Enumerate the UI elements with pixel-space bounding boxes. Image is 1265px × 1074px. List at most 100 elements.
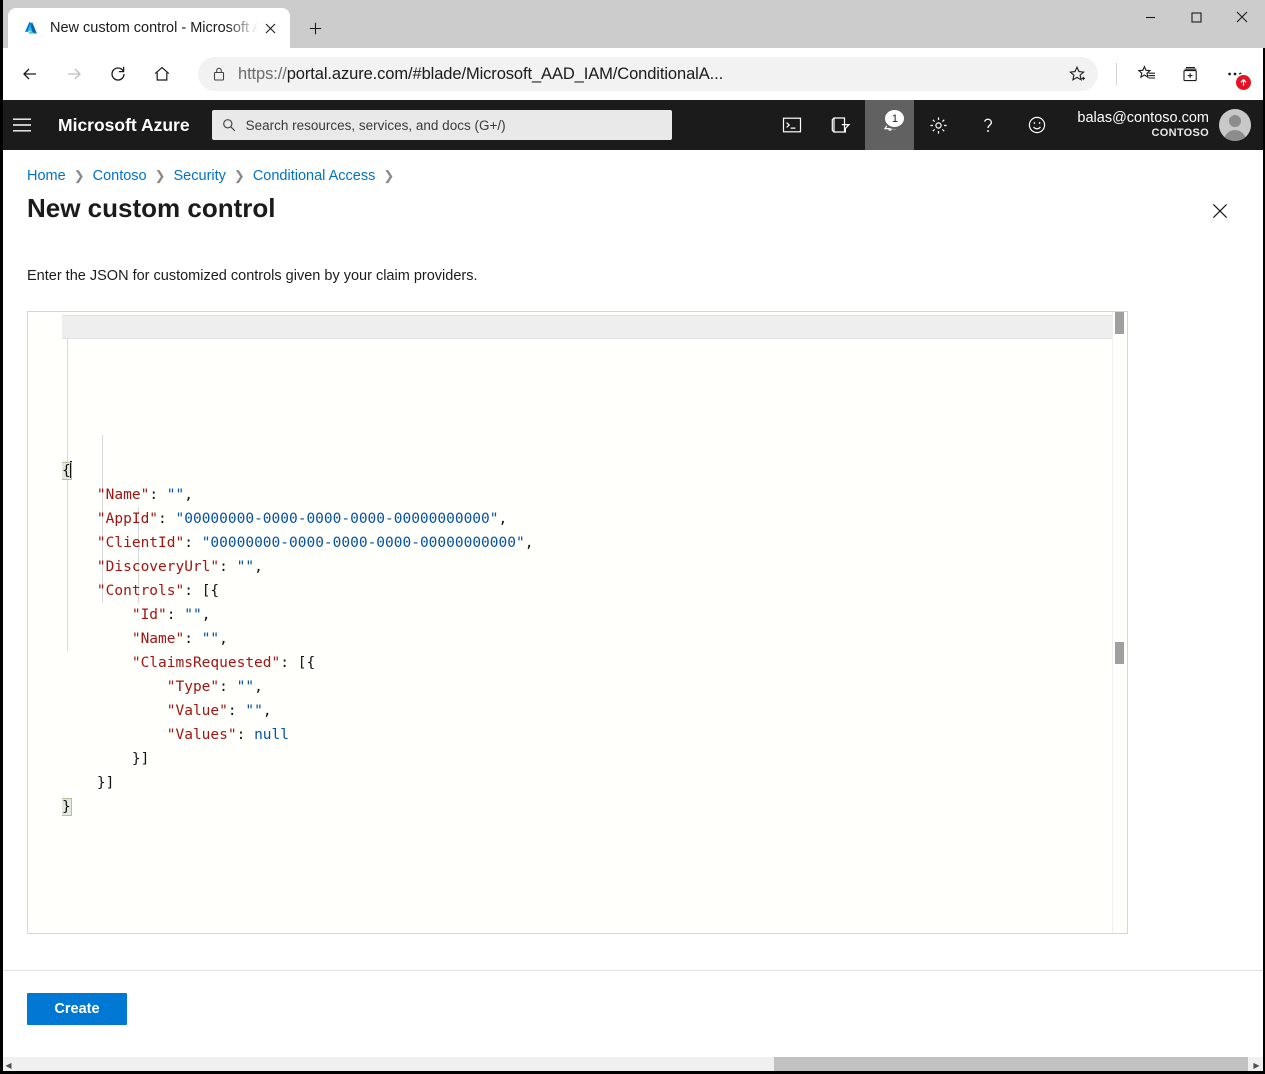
- create-button[interactable]: Create: [27, 993, 127, 1025]
- code-token: "AppId": [97, 511, 158, 527]
- url-host-path: portal.azure.com/#blade/Microsoft_AAD_IA…: [287, 65, 723, 83]
- scrollbar-overview-mark: [1115, 642, 1124, 664]
- editor-line: "ClientId": "00000000-0000-0000-0000-000…: [62, 531, 1112, 555]
- toolbar-divider: [1116, 63, 1117, 85]
- line-indent: [62, 679, 167, 695]
- cloud-shell-icon[interactable]: [767, 100, 816, 150]
- editor-line: "Type": "",: [62, 675, 1112, 699]
- line-indent: [62, 559, 97, 575]
- blade-description: Enter the JSON for customized controls g…: [0, 224, 1265, 284]
- chevron-right-icon: ❯: [155, 168, 166, 184]
- forward-icon: [55, 55, 93, 93]
- star-add-icon[interactable]: [1062, 59, 1092, 89]
- breadcrumb-item-conditional-access[interactable]: Conditional Access: [253, 168, 376, 184]
- lock-icon: [212, 66, 226, 82]
- azure-brand[interactable]: Microsoft Azure: [58, 115, 190, 136]
- account-menu[interactable]: balas@contoso.com CONTOSO: [1061, 100, 1265, 150]
- breadcrumb-item-contoso[interactable]: Contoso: [93, 168, 147, 184]
- code-token: ,: [219, 631, 228, 647]
- code-token: ,: [254, 679, 263, 695]
- url-scheme: https://: [238, 65, 287, 83]
- collections-icon[interactable]: [1172, 55, 1210, 93]
- code-token: "": [167, 487, 184, 503]
- tab-strip: New custom control - Microsoft A: [0, 0, 1127, 48]
- chevron-right-icon: ❯: [74, 168, 85, 184]
- maximize-button[interactable]: [1173, 0, 1219, 34]
- editor-line: "Value": "",: [62, 699, 1112, 723]
- code-token: ,: [525, 535, 534, 551]
- editor-code-area[interactable]: { "Name": "", "AppId": "00000000-0000-00…: [62, 312, 1112, 933]
- window-left-edge: [0, 0, 3, 1074]
- code-token: "Id": [132, 607, 167, 623]
- notifications-bell-icon[interactable]: 1: [865, 100, 914, 150]
- minimize-button[interactable]: [1127, 0, 1173, 34]
- code-token: :: [184, 631, 201, 647]
- line-indent: [62, 535, 97, 551]
- editor-line: "DiscoveryUrl": "",: [62, 555, 1112, 579]
- browser-tab[interactable]: New custom control - Microsoft A: [8, 8, 290, 48]
- json-editor[interactable]: { "Name": "", "AppId": "00000000-0000-00…: [27, 311, 1128, 934]
- scrollbar-thumb: [1115, 312, 1124, 334]
- editor-lines: { "Name": "", "AppId": "00000000-0000-00…: [62, 459, 1112, 819]
- code-token: "": [237, 559, 254, 575]
- code-token: ,: [263, 703, 272, 719]
- code-token: null: [254, 727, 289, 743]
- editor-scrollbar[interactable]: [1112, 312, 1127, 933]
- code-token: "": [202, 631, 219, 647]
- address-bar-url: https://portal.azure.com/#blade/Microsof…: [238, 65, 1062, 84]
- editor-line: }]: [62, 771, 1112, 795]
- more-settings-icon[interactable]: [1216, 55, 1254, 93]
- help-question-icon[interactable]: [963, 100, 1012, 150]
- notification-count-badge: 1: [885, 110, 904, 127]
- breadcrumb-item-security[interactable]: Security: [174, 168, 226, 184]
- new-tab-button[interactable]: [298, 11, 332, 45]
- breadcrumb-item-home[interactable]: Home: [27, 168, 66, 184]
- code-token: :: [228, 703, 245, 719]
- window-controls: [1127, 0, 1265, 48]
- code-token: : [{: [184, 583, 219, 599]
- tab-close-icon[interactable]: [258, 16, 282, 40]
- search-icon: [222, 118, 236, 132]
- code-token: "Name": [132, 631, 184, 647]
- line-indent: [62, 655, 132, 671]
- breadcrumb: Home ❯ Contoso ❯ Security ❯ Conditional …: [0, 150, 1265, 184]
- code-token: :: [167, 607, 184, 623]
- settings-gear-icon[interactable]: [914, 100, 963, 150]
- editor-line: "AppId": "00000000-0000-0000-0000-000000…: [62, 507, 1112, 531]
- code-token: :: [219, 679, 236, 695]
- line-indent: [62, 511, 97, 527]
- close-blade-icon[interactable]: [1208, 199, 1232, 223]
- new-custom-control-blade: Home ❯ Contoso ❯ Security ❯ Conditional …: [0, 150, 1265, 1056]
- refresh-icon[interactable]: [99, 55, 137, 93]
- account-email: balas@contoso.com: [1077, 110, 1209, 127]
- hamburger-menu-icon[interactable]: [0, 100, 44, 150]
- update-available-badge: [1236, 75, 1251, 90]
- search-input[interactable]: Search resources, services, and docs (G+…: [212, 110, 672, 140]
- code-token: :: [149, 487, 166, 503]
- code-token: ,: [254, 559, 263, 575]
- code-token: "DiscoveryUrl": [97, 559, 219, 575]
- close-window-button[interactable]: [1219, 0, 1265, 34]
- browser-toolbar: https://portal.azure.com/#blade/Microsof…: [0, 48, 1265, 100]
- home-icon[interactable]: [143, 55, 181, 93]
- back-icon[interactable]: [11, 55, 49, 93]
- editor-line: "Values": null: [62, 723, 1112, 747]
- code-token: "Type": [167, 679, 219, 695]
- avatar-head: [1229, 115, 1241, 127]
- line-indent: [62, 583, 97, 599]
- line-indent: [62, 727, 167, 743]
- azure-top-bar: Microsoft Azure Search resources, servic…: [0, 100, 1265, 150]
- browser-tab-title: New custom control - Microsoft A: [50, 20, 258, 36]
- code-token: "00000000-0000-0000-0000-00000000000": [176, 511, 499, 527]
- line-indent: [62, 703, 167, 719]
- line-indent: [62, 631, 132, 647]
- directories-subscriptions-icon[interactable]: [816, 100, 865, 150]
- current-line-highlight: [62, 315, 1112, 339]
- favorites-list-icon[interactable]: [1128, 55, 1166, 93]
- text-cursor: [70, 461, 72, 478]
- code-token: "Controls": [97, 583, 184, 599]
- address-bar[interactable]: https://portal.azure.com/#blade/Microsof…: [198, 57, 1098, 91]
- code-token: "Values": [167, 727, 237, 743]
- editor-line: "Name": "",: [62, 627, 1112, 651]
- feedback-smiley-icon[interactable]: [1012, 100, 1061, 150]
